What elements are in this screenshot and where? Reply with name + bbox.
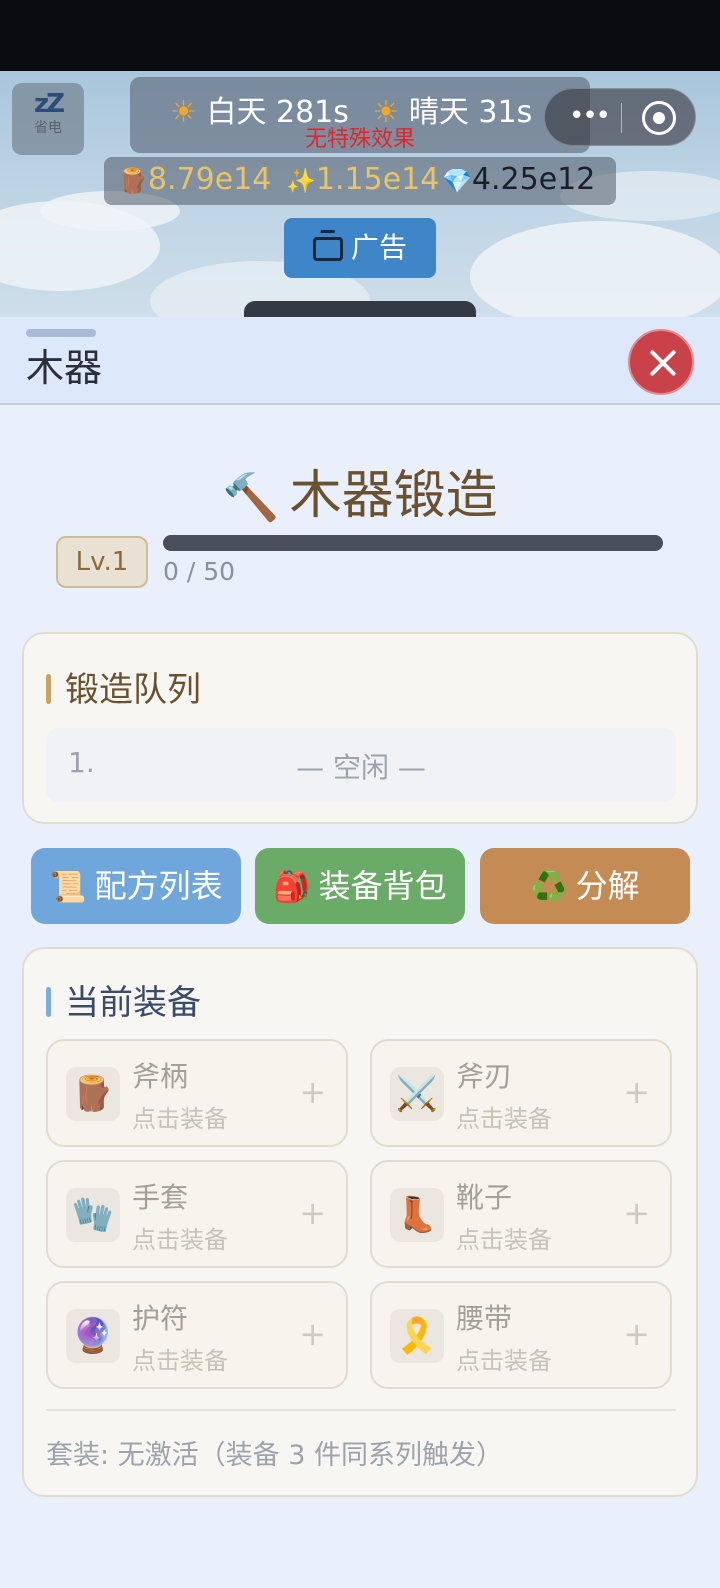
scroll-icon: 📜 [49,870,87,905]
slot-hint: 点击装备 [132,1347,228,1375]
resource-bar: 🪵8.79e14 ✨1.15e14 💎4.25e12 [104,157,616,205]
hammer-icon: 🔨 [222,470,280,524]
recycle-icon: ♻️ [530,870,568,905]
crystal-ball-icon: 🔮 [66,1309,120,1363]
queue-slot-status: — 空闲 — [296,751,426,784]
equipment-bag-label: 装备背包 [318,867,447,905]
slot-hint: 点击装备 [456,1347,552,1375]
slot-hint: 点击装备 [132,1105,228,1133]
plus-icon: + [299,1315,326,1353]
tv-icon [312,237,343,261]
status-bar [0,0,720,71]
miniprogram-capsule: ••• [544,88,696,146]
slot-name: 护符 [132,1302,189,1335]
equip-slot-boots[interactable]: 👢 靴子 点击装备 + [370,1160,672,1268]
equipment-bag-button[interactable]: 🎒 装备背包 [255,848,465,924]
equip-slot-gloves[interactable]: 🧤 手套 点击装备 + [46,1160,348,1268]
forge-sheet: 木器 🔨 木器锻造 Lv.1 0 / 50 锻造队列 1. — 空闲 — 📜 配方列… [0,317,720,1588]
queue-slot[interactable]: 1. — 空闲 — [46,728,676,802]
gloves-icon: 🧤 [66,1188,120,1242]
weather-effect-text: 无特殊效果 [304,127,415,152]
power-save-label: 省电 [34,120,62,136]
wood-count: 8.79e14 [147,162,272,197]
sheet-header: 木器 [0,317,720,405]
slot-hint: 点击装备 [456,1226,552,1254]
slot-hint: 点击装备 [132,1226,228,1254]
sparkle-count: 1.15e14 [315,162,440,197]
xp-progress-bar [163,535,663,551]
slot-name: 斧柄 [132,1060,189,1093]
divider [46,1409,676,1411]
ad-button[interactable]: 广告 [284,218,436,278]
drag-handle[interactable] [26,329,96,337]
slot-name: 腰带 [456,1302,513,1335]
equip-slot-belt[interactable]: 🎗️ 腰带 点击装备 + [370,1281,672,1389]
equipment-title: 当前装备 [46,975,201,1024]
equip-slot-axe-blade[interactable]: ⚔️ 斧刃 点击装备 + [370,1039,672,1147]
slot-name: 斧刃 [456,1060,513,1093]
decompose-button[interactable]: ♻️ 分解 [480,848,690,924]
slot-name: 手套 [132,1181,189,1214]
decompose-label: 分解 [575,867,640,905]
level-badge: Lv.1 [56,536,148,588]
plus-icon: + [299,1194,326,1232]
set-bonus-text: 套装: 无激活（装备 3 件同系列触发） [46,1440,504,1471]
plus-icon: + [299,1073,326,1111]
sparkle-icon: ✨ [286,167,316,195]
backpack-icon: 🎒 [273,870,311,905]
forge-title: 🔨 木器锻造 [0,453,720,528]
ad-button-label: 广告 [350,231,407,264]
gem-icon: 💎 [442,167,472,195]
queue-title: 锻造队列 [46,662,201,711]
close-button[interactable] [628,329,694,395]
slot-name: 靴子 [456,1181,513,1214]
equip-slot-axe-handle[interactable]: 🪵 斧柄 点击装备 + [46,1039,348,1147]
sleep-icon: zZ [34,89,65,119]
recipe-list-label: 配方列表 [94,867,223,905]
plus-icon: + [623,1315,650,1353]
plus-icon: + [623,1194,650,1232]
xp-progress-text: 0 / 50 [163,557,236,586]
current-equipment-card: 当前装备 🪵 斧柄 点击装备 + ⚔️ 斧刃 点击装备 + 🧤 手套 点击装备 … [22,947,698,1497]
power-save-button[interactable]: zZ 省电 [12,83,84,155]
sheet-title: 木器 [26,346,103,390]
forge-queue-card: 锻造队列 1. — 空闲 — [22,632,698,824]
wood-icon: 🪵 [118,167,148,195]
more-icon[interactable]: ••• [569,101,611,131]
ribbon-icon: 🎗️ [390,1309,444,1363]
slot-hint: 点击装备 [456,1105,552,1133]
close-miniprogram-icon[interactable] [642,101,676,135]
equip-slot-amulet[interactable]: 🔮 护符 点击装备 + [46,1281,348,1389]
weather-panel: ☀ 白天 281s ☀ 晴天 31s 无特殊效果 [130,77,590,153]
forge-title-text: 木器锻造 [289,466,498,526]
gem-count: 4.25e12 [471,162,596,197]
recipe-list-button[interactable]: 📜 配方列表 [31,848,241,924]
plus-icon: + [623,1073,650,1111]
crossed-swords-icon: ⚔️ [390,1067,444,1121]
log-icon: 🪵 [66,1067,120,1121]
boot-icon: 👢 [390,1188,444,1242]
